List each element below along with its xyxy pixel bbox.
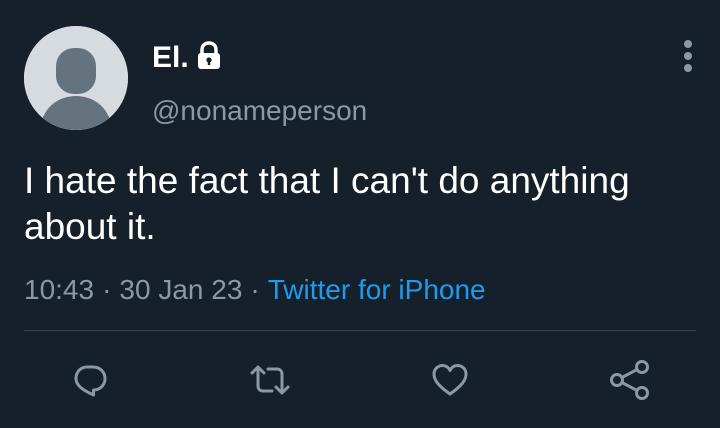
retweet-button[interactable] [248,358,292,402]
tweet-detail: El. @nonameperson I hate the fact that I… [0,0,720,428]
divider [24,330,696,331]
speech-bubble-icon [74,365,107,397]
tweet-meta: 10:43 · 30 Jan 23 · Twitter for iPhone [24,272,486,308]
meta-separator: · [102,274,112,305]
meta-separator: · [250,274,260,305]
user-handle[interactable]: @nonameperson [152,94,367,128]
lock-icon [198,41,220,69]
reply-button[interactable] [68,358,112,402]
tweet-date: 30 Jan 23 [119,274,243,305]
heart-icon [432,364,468,396]
tweet-text: I hate the fact that I can't do anything… [24,160,630,247]
vertical-ellipsis-icon[interactable] [676,36,700,76]
default-profile-icon [24,26,128,130]
tweet-source-link[interactable]: Twitter for iPhone [268,274,486,305]
share-button[interactable] [608,358,652,402]
retweet-arrows-icon [250,365,290,395]
like-button[interactable] [428,358,472,402]
share-nodes-icon [610,360,649,400]
avatar[interactable] [24,26,128,130]
tweet-time: 10:43 [24,274,95,305]
display-name[interactable]: El. [152,40,189,76]
